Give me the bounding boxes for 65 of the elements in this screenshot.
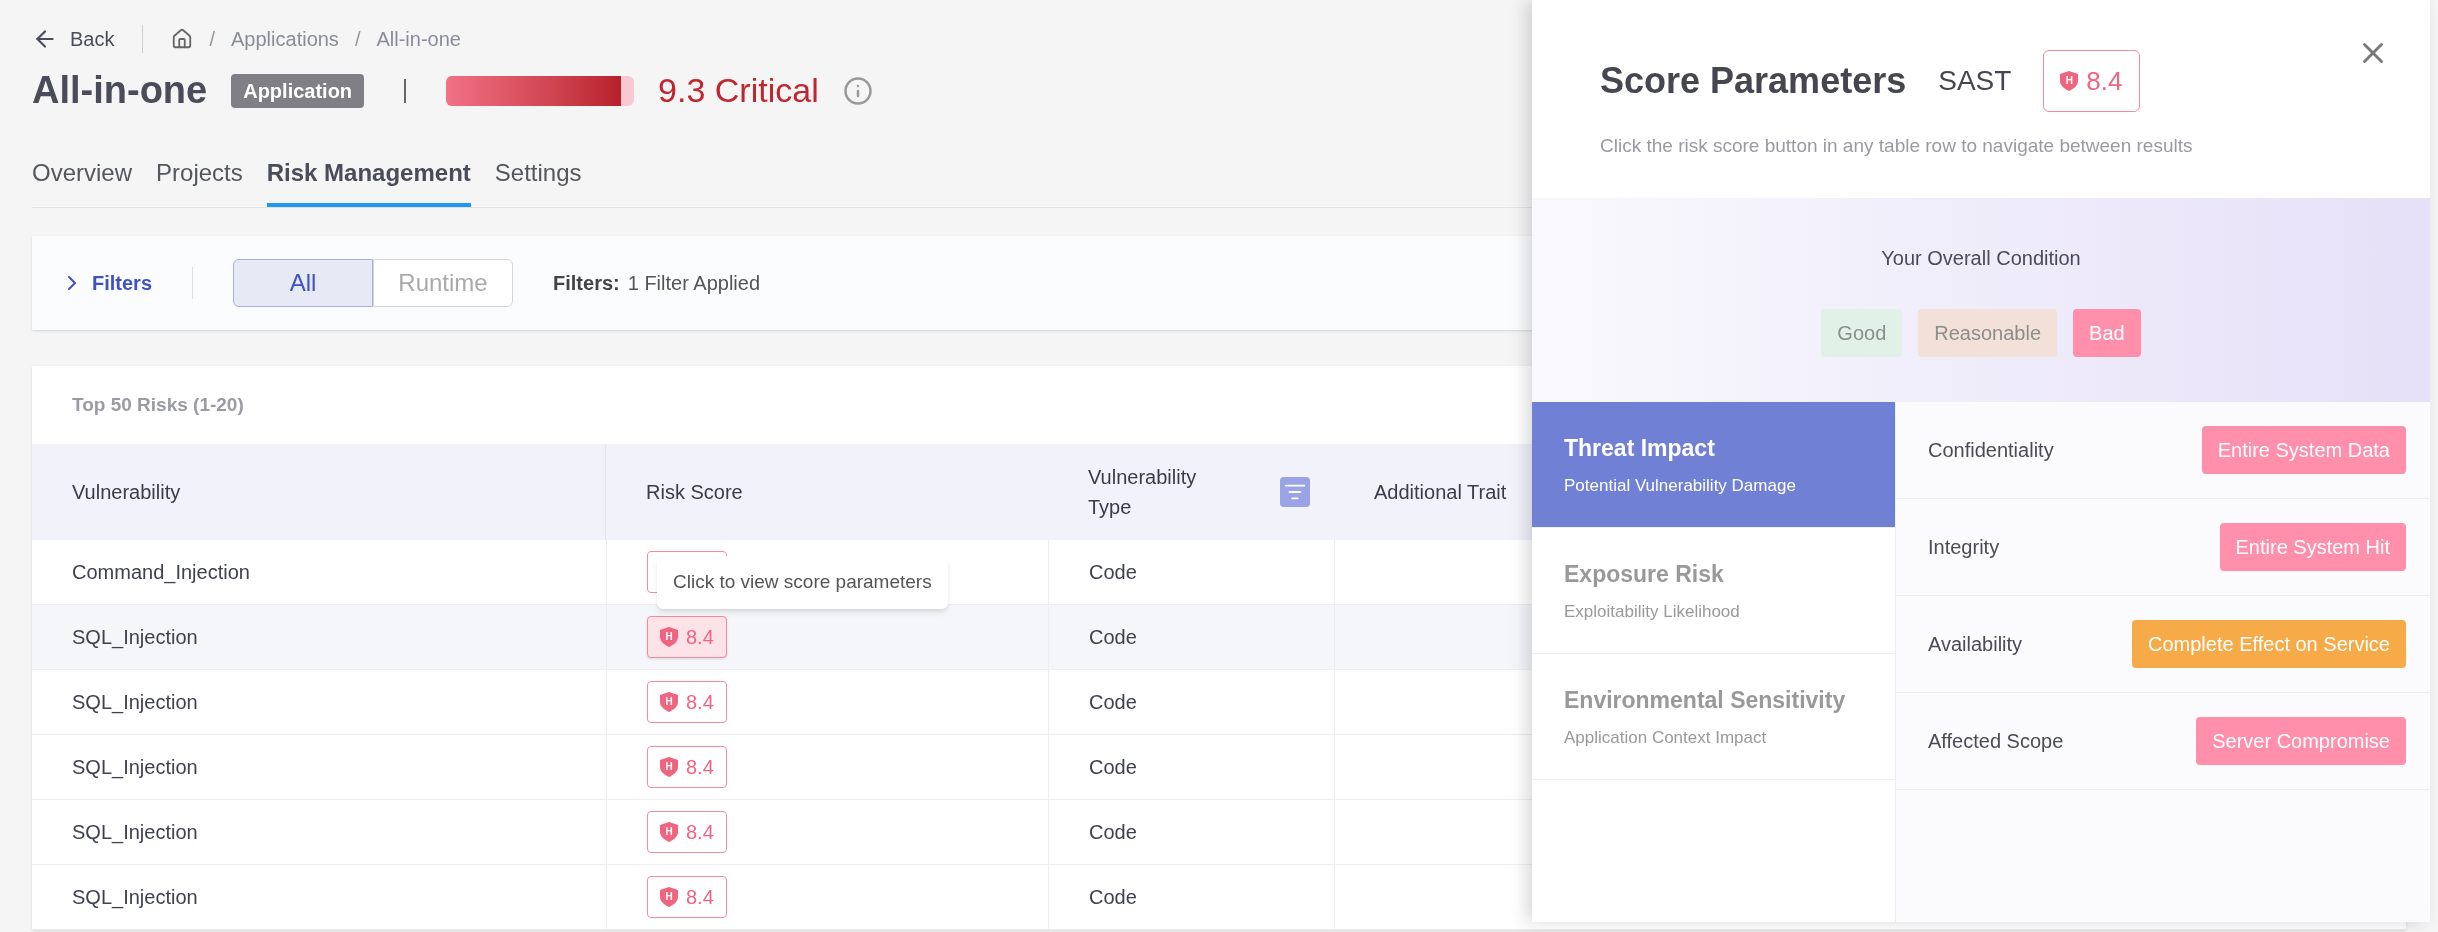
- table-caption: Top 50 Risks (1-20): [71, 392, 245, 417]
- scanner-label: SAST: [1938, 64, 2012, 98]
- shield-icon: H: [660, 822, 678, 842]
- tab[interactable]: Settings: [494, 155, 582, 207]
- risk-reading: 9.3 Critical: [658, 70, 819, 111]
- home-icon[interactable]: [171, 28, 194, 50]
- type-cell: Code: [1048, 865, 1334, 929]
- risk-score-button[interactable]: H 8.4: [647, 876, 727, 918]
- parameter-value: Server Compromise: [2196, 717, 2406, 765]
- vulnerability-cell-text: Command_Injection: [71, 560, 251, 586]
- type-cell: Code: [1048, 800, 1334, 864]
- back-link[interactable]: Back: [32, 24, 115, 54]
- parameter-value: Complete Effect on Service: [2132, 620, 2406, 668]
- risk-score-button[interactable]: H 8.4: [647, 811, 727, 853]
- breadcrumb-link[interactable]: Applications: [231, 24, 339, 54]
- column-header: Vulnerability: [72, 480, 181, 505]
- tab[interactable]: Projects: [156, 155, 243, 207]
- shield-icon: H: [660, 757, 678, 777]
- page-title: All-in-one: [32, 68, 208, 113]
- column-header: Vulnerability Type: [1088, 465, 1198, 520]
- category-tab[interactable]: Exposure Risk Exploitability Likelihood: [1532, 528, 1895, 654]
- type-cell: Code: [1048, 735, 1334, 799]
- condition-label: Your Overall Condition: [1881, 246, 2081, 271]
- parameter-name: Confidentiality: [1928, 438, 2054, 463]
- filters-summary: 1 Filter Applied: [627, 271, 760, 296]
- vulnerability-cell-text: SQL_Injection: [71, 820, 199, 846]
- vulnerability-cell-text: SQL_Injection: [71, 885, 199, 911]
- tooltip: Click to view score parameters: [657, 556, 948, 609]
- info-icon[interactable]: [842, 75, 873, 106]
- category-tab[interactable]: Environmental Sensitivity Application Context Impact: [1532, 654, 1895, 780]
- risk-score-button[interactable]: H 8.4: [647, 681, 727, 723]
- shield-icon: H: [660, 887, 678, 907]
- shield-icon: H: [660, 627, 678, 647]
- application-tag: Application: [231, 73, 365, 108]
- risk-score-button[interactable]: H 8.4: [2043, 50, 2140, 112]
- risk-score-button[interactable]: H 8.4: [647, 616, 727, 658]
- breadcrumb-separator: /: [354, 27, 361, 52]
- condition-chip: Good: [1821, 309, 1903, 357]
- risk-score-button[interactable]: H 8.4: [647, 746, 727, 788]
- column-header: Additional Trait: [1374, 480, 1507, 505]
- tab[interactable]: Overview: [32, 155, 133, 207]
- type-cell: Code: [1048, 540, 1334, 604]
- vulnerability-cell-text: SQL_Injection: [71, 690, 199, 716]
- type-cell: Code: [1048, 670, 1334, 734]
- filters-label: Filters:: [553, 271, 620, 296]
- vulnerability-cell-text: SQL_Injection: [71, 755, 199, 781]
- breadcrumb-separator: /: [209, 27, 216, 52]
- condition-chip: Bad: [2073, 309, 2141, 357]
- category-tab[interactable]: Threat Impact Potential Vulnerability Damage: [1532, 402, 1895, 528]
- filter-icon[interactable]: [1280, 477, 1310, 507]
- column-header: Risk Score: [646, 480, 743, 505]
- filters-toggle[interactable]: Filters: [60, 268, 153, 298]
- drawer-title: Score Parameters: [1600, 59, 1907, 103]
- parameter-name: Availability: [1928, 632, 2023, 657]
- drawer-subtitle: Click the risk score button in any table row to navigate between results: [1600, 134, 2194, 158]
- parameter-value: Entire System Hit: [2219, 523, 2406, 571]
- parameter-value: Entire System Data: [2201, 426, 2406, 474]
- condition-chip: Reasonable: [1918, 309, 2058, 357]
- tab[interactable]: Risk Management: [266, 155, 471, 207]
- segment-button[interactable]: All: [233, 259, 374, 307]
- type-cell: Code: [1048, 605, 1334, 669]
- breadcrumb-link[interactable]: All-in-one: [376, 24, 461, 54]
- shield-icon: H: [660, 692, 678, 712]
- shield-icon: H: [2060, 71, 2079, 91]
- vulnerability-cell-text: SQL_Injection: [71, 625, 199, 651]
